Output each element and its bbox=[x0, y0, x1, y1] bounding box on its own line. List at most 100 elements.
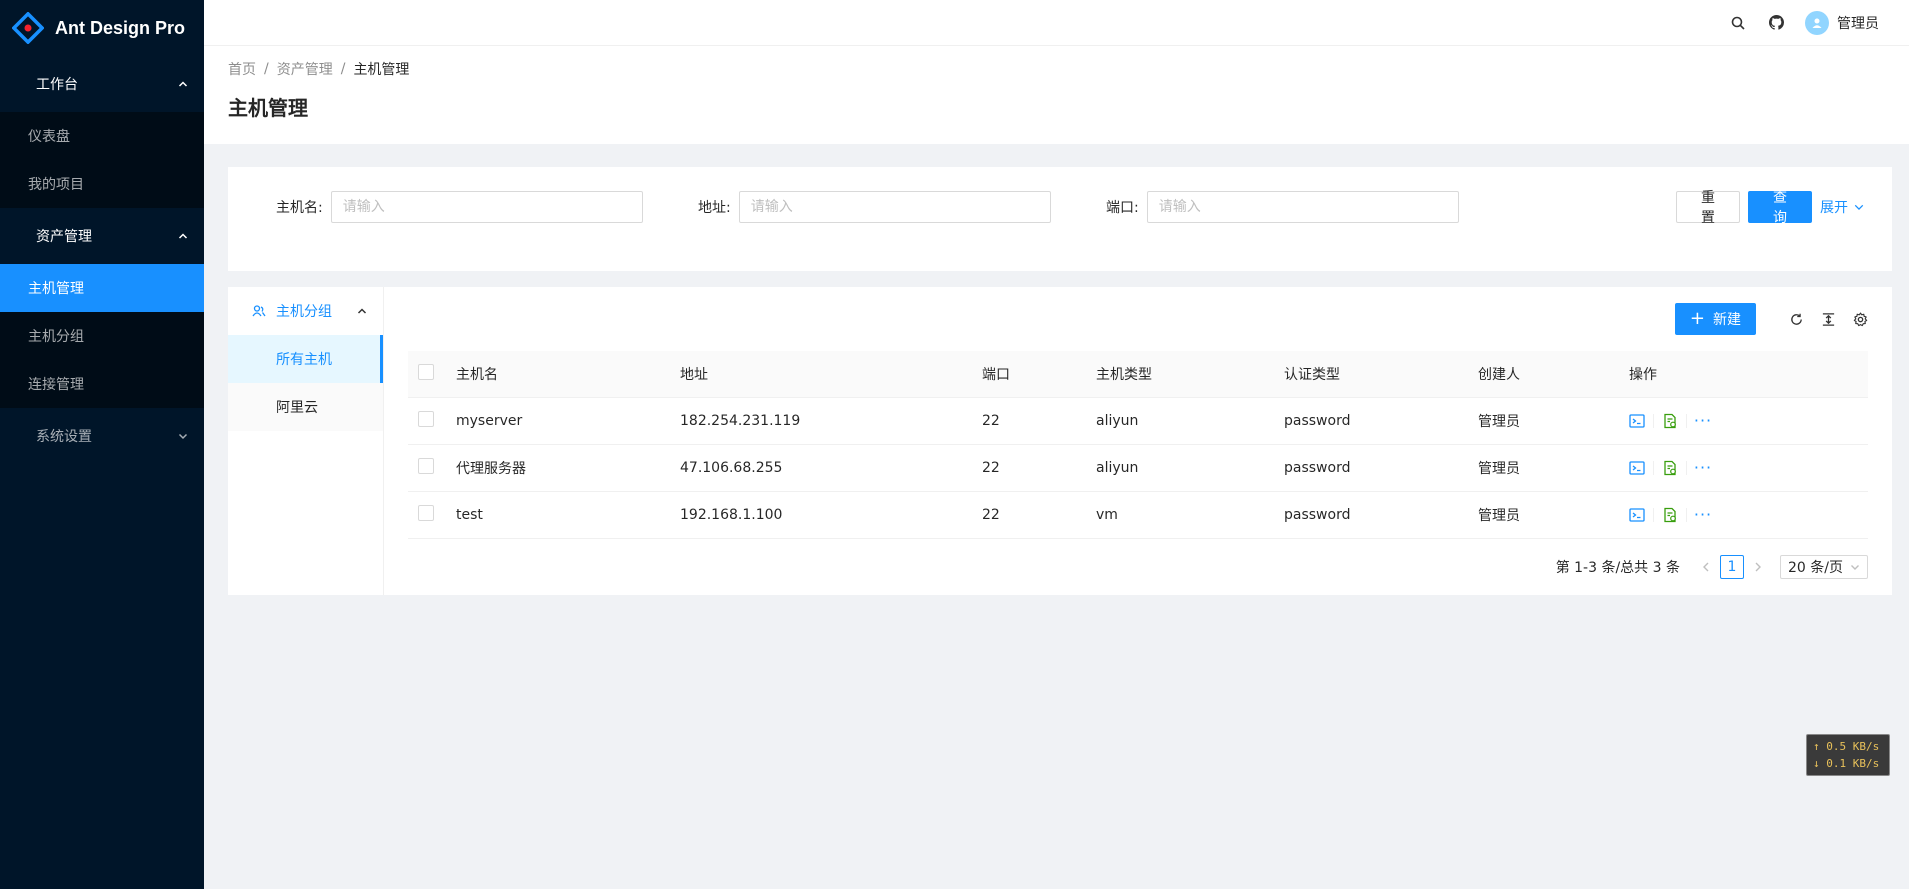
terminal-icon[interactable] bbox=[1629, 507, 1645, 523]
prev-page-icon[interactable] bbox=[1696, 555, 1716, 579]
menu-group-workbench[interactable]: 工作台 bbox=[0, 56, 204, 112]
file-icon[interactable] bbox=[1662, 460, 1678, 476]
cell-creator: 管理员 bbox=[1478, 508, 1520, 524]
cell-hostname: 代理服务器 bbox=[456, 461, 526, 477]
sidebar-item-host-groups[interactable]: 主机分组 bbox=[0, 312, 204, 360]
cell-auth-type: password bbox=[1284, 460, 1351, 476]
ant-design-logo-icon bbox=[11, 11, 45, 45]
search-icon[interactable] bbox=[1729, 14, 1747, 32]
port-input[interactable] bbox=[1146, 191, 1459, 223]
more-icon[interactable]: ··· bbox=[1694, 413, 1711, 429]
select-all-cell bbox=[408, 364, 448, 384]
terminal-icon[interactable] bbox=[1629, 460, 1645, 476]
sidebar-item-connection-management[interactable]: 连接管理 bbox=[0, 360, 204, 408]
column-header-address: 地址 bbox=[680, 367, 708, 383]
user-menu[interactable]: 管理员 bbox=[1805, 10, 1879, 35]
table-toolbar: + 新建 bbox=[1674, 303, 1868, 335]
top-header: 管理员 bbox=[204, 0, 1909, 46]
host-group-panel: 主机分组 所有主机 阿里云 bbox=[228, 287, 384, 595]
menu-group-label: 系统设置 bbox=[36, 429, 92, 445]
new-host-label: 新建 bbox=[1713, 312, 1741, 328]
chevron-down-icon bbox=[1851, 565, 1859, 570]
chevron-up-icon bbox=[178, 79, 188, 89]
sidebar: Ant Design Pro 工作台 仪表盘 我的项目 资产管理 主机管理 主机… bbox=[0, 0, 204, 889]
menu-group-assets[interactable]: 资产管理 bbox=[0, 208, 204, 264]
plus-icon: + bbox=[1689, 308, 1705, 329]
terminal-icon[interactable] bbox=[1629, 413, 1645, 429]
group-item-aliyun[interactable]: 阿里云 bbox=[228, 383, 383, 431]
cell-host-type: aliyun bbox=[1096, 460, 1139, 476]
sidebar-item-dashboard[interactable]: 仪表盘 bbox=[0, 112, 204, 160]
page-header: 首页 / 资产管理 / 主机管理 主机管理 bbox=[204, 46, 1909, 144]
pagination: 第 1-3 条/总共 3 条 1 20 条/页 bbox=[1556, 555, 1868, 579]
cell-actions: ··· bbox=[1621, 460, 1821, 476]
menu-group-label: 工作台 bbox=[36, 77, 78, 93]
cell-address: 192.168.1.100 bbox=[680, 507, 783, 523]
table-header-row: 主机名 地址 端口 主机类型 认证类型 创建人 操作 bbox=[408, 351, 1868, 398]
cell-auth-type: password bbox=[1284, 507, 1351, 523]
table-row: myserver 182.254.231.119 22 aliyun passw… bbox=[408, 398, 1868, 445]
column-header-auth-type: 认证类型 bbox=[1284, 367, 1340, 383]
cell-creator: 管理员 bbox=[1478, 461, 1520, 477]
cell-auth-type: password bbox=[1284, 413, 1351, 429]
menu-group-system-settings[interactable]: 系统设置 bbox=[0, 408, 204, 464]
file-icon[interactable] bbox=[1662, 507, 1678, 523]
row-checkbox[interactable] bbox=[418, 411, 434, 427]
table-row: 代理服务器 47.106.68.255 22 aliyun password 管… bbox=[408, 445, 1868, 492]
action-divider bbox=[1653, 414, 1654, 428]
breadcrumb-home[interactable]: 首页 bbox=[228, 59, 256, 79]
upload-speed: ↑ 0.5 KB/s bbox=[1813, 740, 1880, 753]
reload-icon[interactable] bbox=[1788, 311, 1804, 327]
address-label: 地址: bbox=[698, 200, 731, 216]
expand-toggle[interactable]: 展开 bbox=[1820, 191, 1864, 223]
expand-label: 展开 bbox=[1820, 200, 1848, 216]
chevron-up-icon bbox=[357, 306, 367, 316]
action-divider bbox=[1686, 508, 1687, 522]
logo[interactable]: Ant Design Pro bbox=[0, 0, 204, 56]
next-page-icon[interactable] bbox=[1748, 555, 1768, 579]
cell-host-type: vm bbox=[1096, 507, 1118, 523]
network-speed-widget: ↑ 0.5 KB/s ↓ 0.1 KB/s bbox=[1806, 734, 1890, 776]
file-icon[interactable] bbox=[1662, 413, 1678, 429]
action-divider bbox=[1653, 508, 1654, 522]
more-icon[interactable]: ··· bbox=[1694, 507, 1711, 523]
breadcrumb-assets[interactable]: 资产管理 bbox=[277, 59, 333, 79]
row-select-cell bbox=[408, 411, 448, 431]
page-size-value: 20 条/页 bbox=[1788, 560, 1843, 576]
column-height-icon[interactable] bbox=[1820, 311, 1836, 327]
chevron-down-icon bbox=[1854, 202, 1864, 212]
page-item-current[interactable]: 1 bbox=[1720, 555, 1744, 579]
host-group-title: 主机分组 bbox=[276, 304, 332, 320]
github-icon[interactable] bbox=[1767, 14, 1785, 32]
port-field-group: 端口: bbox=[1106, 191, 1459, 223]
submenu-assets: 主机管理 主机分组 连接管理 bbox=[0, 264, 204, 408]
user-name: 管理员 bbox=[1837, 15, 1879, 32]
address-input[interactable] bbox=[738, 191, 1051, 223]
hostname-input[interactable] bbox=[330, 191, 643, 223]
sidebar-item-host-management[interactable]: 主机管理 bbox=[0, 264, 204, 312]
cell-hostname: test bbox=[456, 507, 483, 523]
setting-icon[interactable] bbox=[1852, 311, 1868, 327]
action-divider bbox=[1686, 461, 1687, 475]
hostname-field-group: 主机名: bbox=[276, 191, 643, 223]
page-size-select[interactable]: 20 条/页 bbox=[1780, 555, 1868, 579]
search-form: 主机名: 地址: 端口: 重 置 查 询 展开 bbox=[228, 167, 1892, 271]
row-checkbox[interactable] bbox=[418, 505, 434, 521]
select-all-checkbox[interactable] bbox=[418, 364, 434, 380]
row-checkbox[interactable] bbox=[418, 458, 434, 474]
reset-button[interactable]: 重 置 bbox=[1676, 190, 1740, 226]
hostname-label: 主机名: bbox=[276, 200, 323, 216]
more-icon[interactable]: ··· bbox=[1694, 460, 1711, 476]
new-host-button[interactable]: + 新建 bbox=[1674, 303, 1756, 335]
download-speed: ↓ 0.1 KB/s bbox=[1813, 757, 1880, 770]
host-group-header[interactable]: 主机分组 bbox=[228, 287, 383, 335]
table-row: test 192.168.1.100 22 vm password 管理员 ··… bbox=[408, 492, 1868, 539]
cell-port: 22 bbox=[982, 460, 1000, 476]
breadcrumb-separator: / bbox=[340, 61, 346, 77]
breadcrumb-current: 主机管理 bbox=[353, 62, 410, 78]
group-item-all-hosts[interactable]: 所有主机 bbox=[228, 335, 383, 383]
query-button[interactable]: 查 询 bbox=[1748, 190, 1812, 226]
host-table: 主机名 地址 端口 主机类型 认证类型 创建人 操作 myserver 182.… bbox=[408, 351, 1868, 539]
cell-actions: ··· bbox=[1621, 507, 1821, 523]
sidebar-item-my-projects[interactable]: 我的项目 bbox=[0, 160, 204, 208]
